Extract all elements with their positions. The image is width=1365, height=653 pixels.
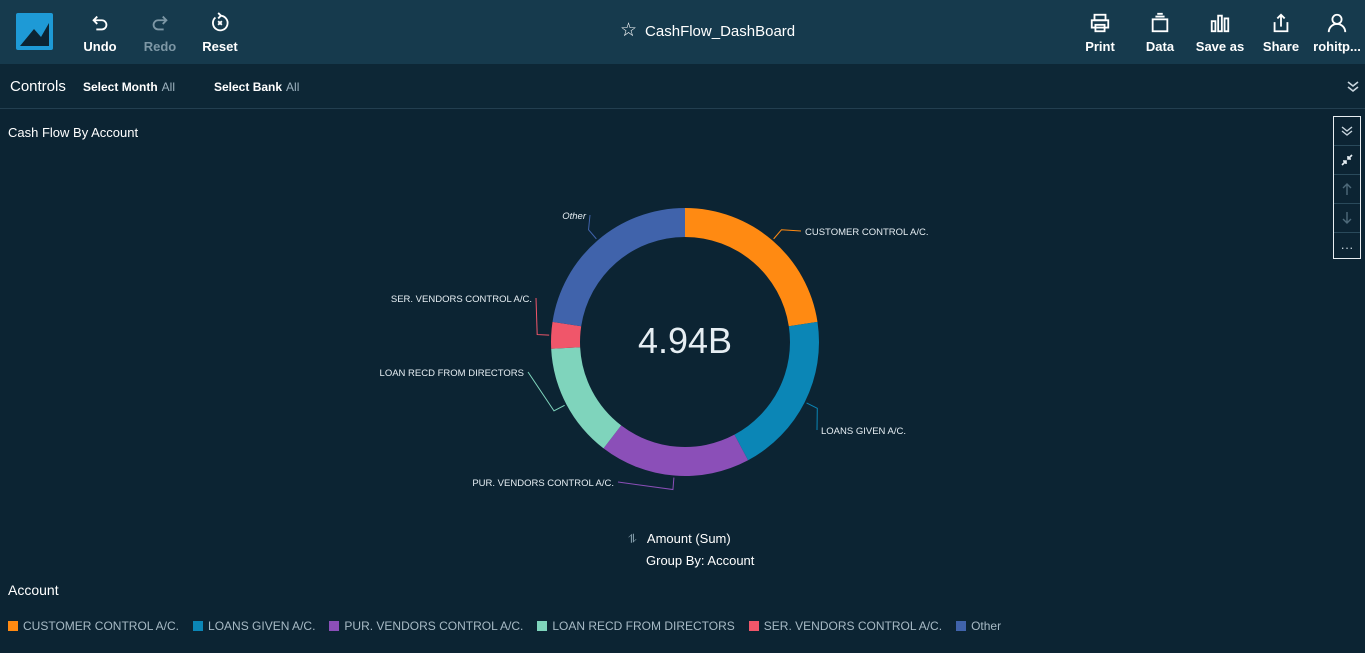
donut-slice[interactable]: [552, 208, 685, 327]
legend-swatch: [193, 621, 204, 631]
legend-swatch: [329, 621, 340, 631]
total-value: 4.94B: [637, 320, 733, 361]
legend-label: LOAN RECD FROM DIRECTORS: [552, 619, 735, 633]
slice-label: PUR. VENDORS CONTROL A/C.: [472, 478, 614, 489]
donut-slice[interactable]: [551, 321, 582, 349]
slice-label: LOAN RECD FROM DIRECTORS: [380, 368, 524, 379]
legend-item[interactable]: PUR. VENDORS CONTROL A/C.: [329, 619, 523, 633]
legend-item[interactable]: LOAN RECD FROM DIRECTORS: [537, 619, 735, 633]
legend-swatch: [748, 621, 759, 631]
measure-label: Amount (Sum): [646, 531, 731, 546]
legend: CUSTOMER CONTROL A/C. LOANS GIVEN A/C. PUR…: [8, 619, 1015, 633]
slice-label: SER. VENDORS CONTROL A/C.: [391, 294, 532, 305]
donut-slice[interactable]: [603, 425, 749, 476]
leader-line: [773, 229, 802, 240]
leader-line: [535, 297, 550, 336]
slice-label: CUSTOMER CONTROL A/C.: [805, 227, 929, 238]
legend-swatch: [956, 621, 967, 631]
legend-item[interactable]: Other: [956, 619, 1001, 633]
group-by-label: Group By: Account: [646, 553, 755, 568]
leader-line: [806, 402, 818, 431]
legend-label: PUR. VENDORS CONTROL A/C.: [344, 619, 524, 633]
legend-item[interactable]: LOANS GIVEN A/C.: [193, 619, 315, 633]
donut-slice[interactable]: [551, 347, 622, 449]
legend-item[interactable]: SER. VENDORS CONTROL A/C.: [748, 619, 943, 633]
legend-label: LOANS GIVEN A/C.: [208, 619, 316, 633]
measure-info: ⥮ Amount (Sum): [628, 531, 731, 547]
sort-icon[interactable]: ⥮: [628, 532, 644, 547]
leader-line: [588, 214, 597, 240]
donut-slice[interactable]: [685, 208, 818, 327]
leader-line: [617, 477, 675, 491]
legend-item[interactable]: CUSTOMER CONTROL A/C.: [8, 619, 179, 633]
legend-title: Account: [8, 582, 59, 598]
legend-label: SER. VENDORS CONTROL A/C.: [763, 619, 943, 633]
legend-label: Other: [971, 619, 1002, 633]
legend-swatch: [537, 621, 548, 631]
legend-swatch: [8, 621, 18, 631]
slice-label: LOANS GIVEN A/C.: [821, 426, 906, 437]
slice-label: Other: [562, 211, 587, 222]
legend-label: CUSTOMER CONTROL A/C.: [23, 619, 180, 633]
